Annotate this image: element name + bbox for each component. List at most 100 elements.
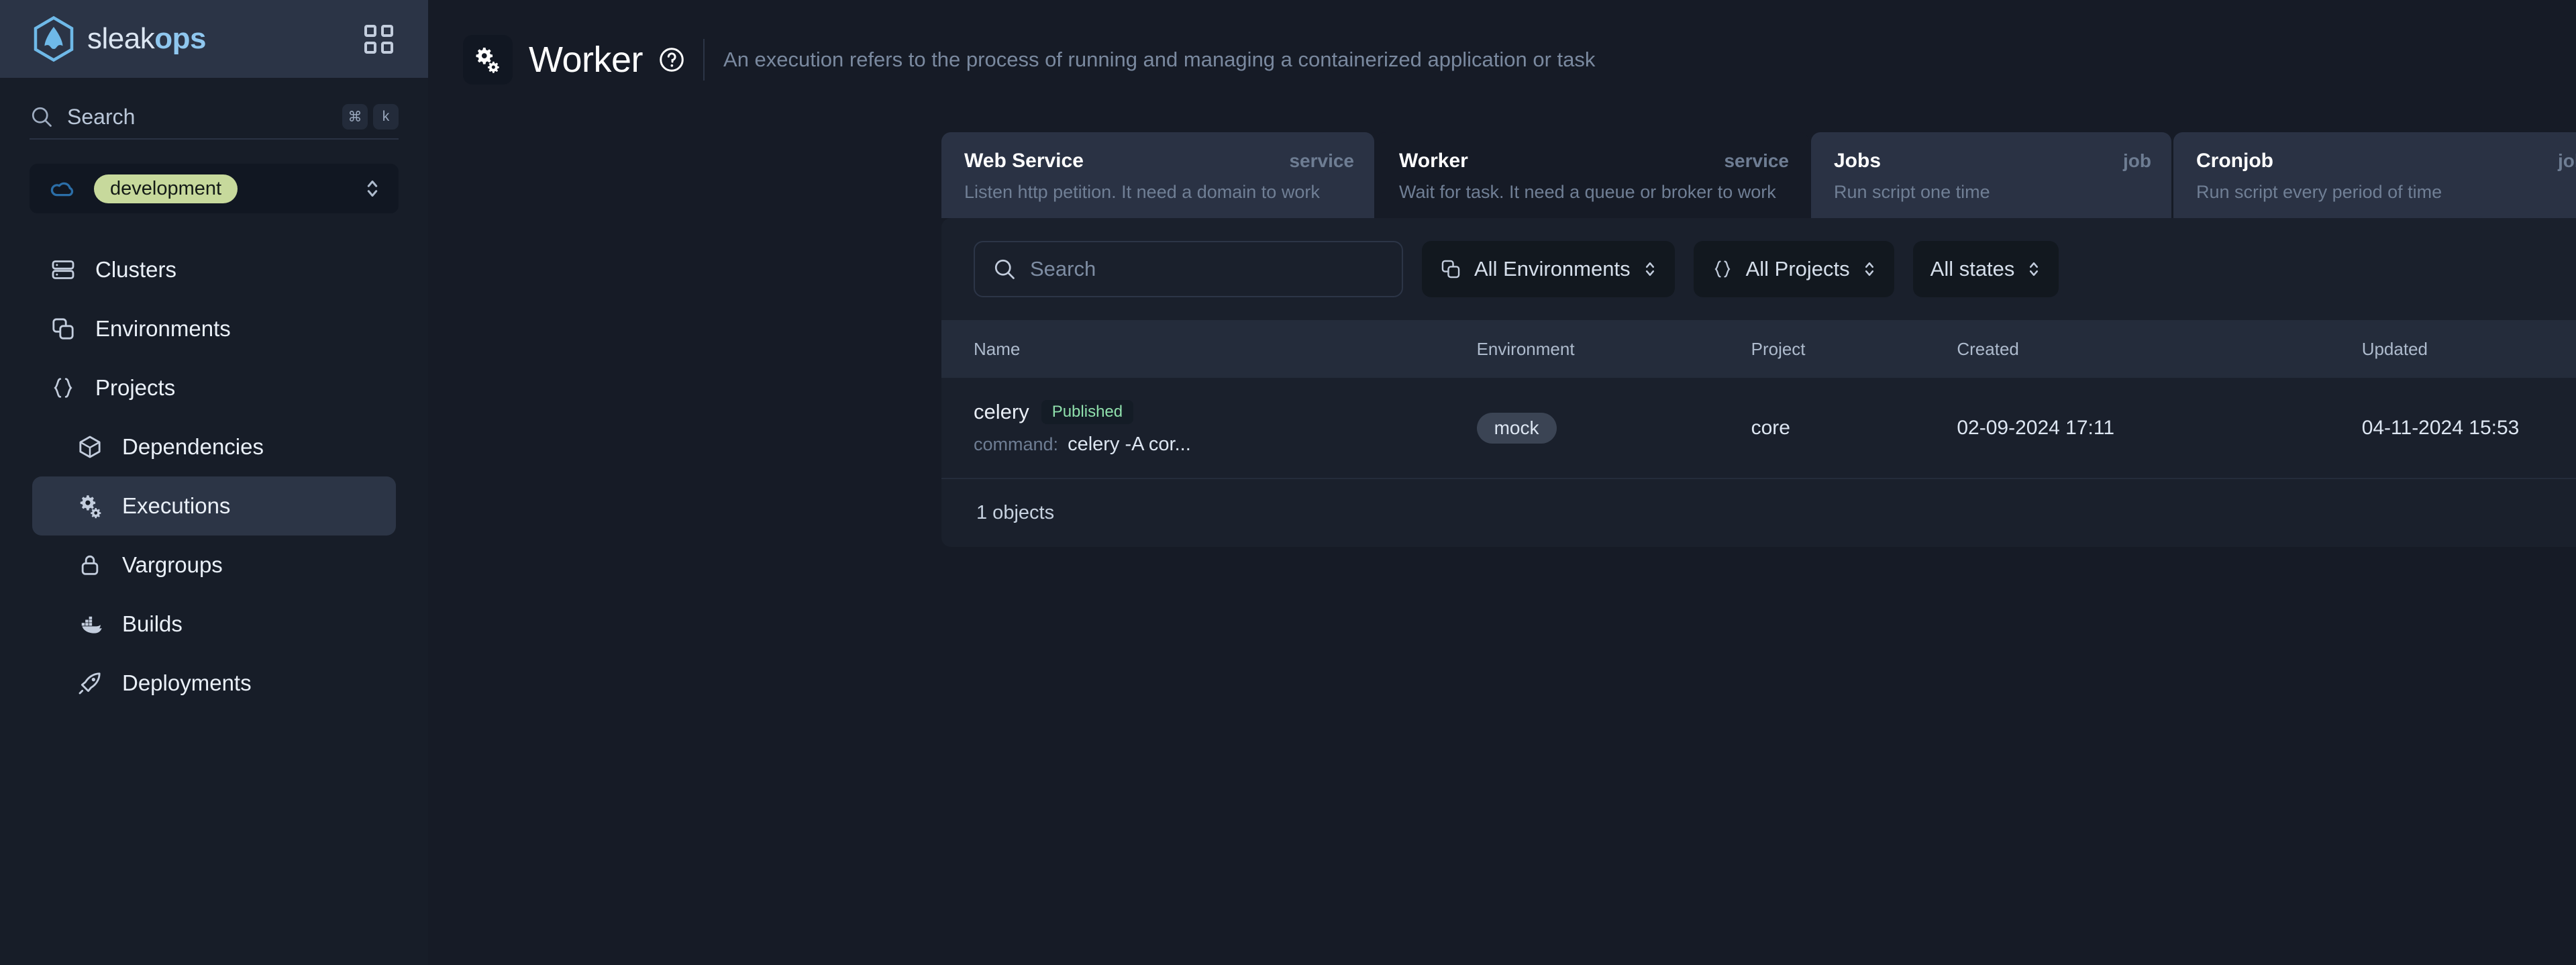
- sidebar-item-dependencies[interactable]: Dependencies: [32, 417, 396, 476]
- tab-kind: job: [2123, 150, 2151, 171]
- sidebar-search-placeholder: Search: [67, 104, 136, 129]
- kbd-k: k: [373, 104, 399, 130]
- tab-description: Run script every period of time: [2196, 182, 2442, 202]
- rocket-icon: [75, 668, 105, 698]
- header-divider: [703, 39, 705, 81]
- column-header-name: Name: [974, 338, 1021, 359]
- executions-table: Name Environment Project Created Updated…: [941, 320, 2576, 479]
- sidebar-search[interactable]: Search ⌘ k: [30, 95, 399, 140]
- lock-icon: [75, 550, 105, 580]
- tab-bar: Web Service service Listen http petition…: [941, 132, 2576, 218]
- page-title: Worker: [529, 40, 643, 80]
- tab-label: Web Service: [964, 150, 1084, 172]
- filter-label: All Environments: [1474, 257, 1631, 281]
- tab-top: Jobs job: [1834, 150, 2151, 172]
- braces-icon: [48, 373, 78, 403]
- command-value: celery -A cor...: [1068, 434, 1191, 455]
- table-row[interactable]: celery Published command: celery -A cor.…: [941, 378, 2576, 479]
- search-shortcut: ⌘ k: [342, 104, 399, 130]
- search-input[interactable]: Search: [974, 241, 1403, 297]
- sleakops-logo-icon: [34, 15, 74, 62]
- filter-states[interactable]: All states: [1912, 241, 2059, 297]
- grid-cell: [381, 24, 393, 37]
- cell-environment: mock: [1476, 378, 1751, 479]
- tab-web-service[interactable]: Web Service service Listen http petition…: [941, 132, 1374, 218]
- filter-label: All states: [1930, 257, 2015, 281]
- sidebar-item-label: Builds: [122, 611, 183, 636]
- environment-selector[interactable]: development: [30, 164, 399, 213]
- tab-description: Run script one time: [1834, 182, 1990, 202]
- sidebar-search-wrap: Search ⌘ k: [0, 78, 428, 140]
- status-badge: Published: [1041, 400, 1134, 424]
- copy-icon: [1441, 260, 1460, 278]
- grid-cell: [364, 24, 376, 37]
- chevron-updown-icon: [1645, 262, 1654, 276]
- gears-icon: [463, 35, 513, 85]
- search-icon: [994, 259, 1015, 279]
- tab-top: Web Service service: [964, 150, 1354, 172]
- kbd-cmd: ⌘: [342, 104, 368, 130]
- sidebar-item-executions[interactable]: Executions: [32, 476, 396, 536]
- page-subtitle: An execution refers to the process of ru…: [723, 48, 1596, 71]
- sidebar-item-label: Deployments: [122, 670, 252, 695]
- created-date: 02-09-2024 17:11: [1957, 416, 2115, 439]
- search-icon: [32, 107, 52, 127]
- gears-icon: [75, 491, 105, 521]
- tab-description: Listen http petition. It need a domain t…: [964, 182, 1320, 202]
- table-header-row: Name Environment Project Created Updated: [941, 320, 2576, 378]
- tab-jobs[interactable]: Jobs job Run script one time: [1811, 132, 2171, 218]
- sidebar-item-builds[interactable]: Builds: [32, 595, 396, 654]
- question-circle-icon[interactable]: [658, 46, 686, 74]
- tab-worker[interactable]: Worker service Wait for task. It need a …: [1376, 132, 1809, 218]
- tab-kind: service: [1289, 150, 1354, 171]
- tab-cronjob[interactable]: Cronjob job Run script every period of t…: [2173, 132, 2576, 218]
- tab-kind: job: [2558, 150, 2576, 171]
- main-content: Worker An execution refers to the proces…: [428, 0, 2576, 965]
- brand-logo[interactable]: sleakops: [30, 15, 206, 63]
- column-header-project: Project: [1751, 338, 1806, 359]
- command-label: command:: [974, 434, 1059, 454]
- environment-chip: mock: [1476, 412, 1557, 444]
- grid-cell: [364, 41, 376, 54]
- braces-icon: [1714, 260, 1731, 278]
- sidebar-item-projects[interactable]: Projects: [32, 358, 396, 417]
- tab-label: Jobs: [1834, 150, 1882, 172]
- toolbar: Search All Environments All Projects All…: [941, 218, 2576, 320]
- cell-name: celery Published command: celery -A cor.…: [941, 378, 1477, 479]
- sidebar: sleakops Search ⌘ k development Clusters…: [0, 0, 428, 965]
- cell-created: 02-09-2024 17:11: [1957, 378, 2362, 479]
- app-root: sleakops Search ⌘ k development Clusters…: [0, 0, 2576, 965]
- execution-name: celery: [974, 400, 1029, 423]
- filter-label: All Projects: [1745, 257, 1850, 281]
- sidebar-item-label: Projects: [95, 375, 176, 400]
- sidebar-item-label: Executions: [122, 493, 231, 518]
- updated-date: 04-11-2024 15:53: [2361, 416, 2520, 439]
- grid-icon[interactable]: [364, 24, 393, 54]
- sidebar-item-vargroups[interactable]: Vargroups: [32, 536, 396, 595]
- table-body: celery Published command: celery -A cor.…: [941, 378, 2576, 479]
- tab-top: Cronjob job: [2196, 150, 2576, 172]
- chevron-updown-icon: [2030, 262, 2039, 276]
- sidebar-item-deployments[interactable]: Deployments: [32, 654, 396, 713]
- name-secondary: command: celery -A cor...: [974, 434, 1477, 456]
- filter-environments[interactable]: All Environments: [1422, 241, 1675, 297]
- column-header-environment: Environment: [1476, 338, 1575, 359]
- chevron-updown-icon: [1865, 262, 1873, 276]
- search-placeholder: Search: [1030, 257, 1096, 281]
- project-name: core: [1751, 416, 1790, 439]
- tab-kind: service: [1724, 150, 1789, 171]
- docker-icon: [75, 609, 105, 639]
- name-primary: celery Published: [974, 400, 1477, 424]
- column-header-created: Created: [1957, 338, 2019, 359]
- sidebar-item-label: Environments: [95, 316, 231, 341]
- tab-label: Worker: [1399, 150, 1468, 172]
- brand-wordmark: sleakops: [87, 22, 206, 56]
- sidebar-item-clusters[interactable]: Clusters: [32, 240, 396, 299]
- environment-badge: development: [94, 174, 238, 203]
- object-count: 1 objects: [976, 502, 1055, 523]
- tab-description: Wait for task. It need a queue or broker…: [1399, 182, 1776, 202]
- table-head: Name Environment Project Created Updated: [941, 320, 2576, 378]
- sidebar-item-environments[interactable]: Environments: [32, 299, 396, 358]
- filter-projects[interactable]: All Projects: [1693, 241, 1894, 297]
- brand-light: sleak: [87, 22, 155, 55]
